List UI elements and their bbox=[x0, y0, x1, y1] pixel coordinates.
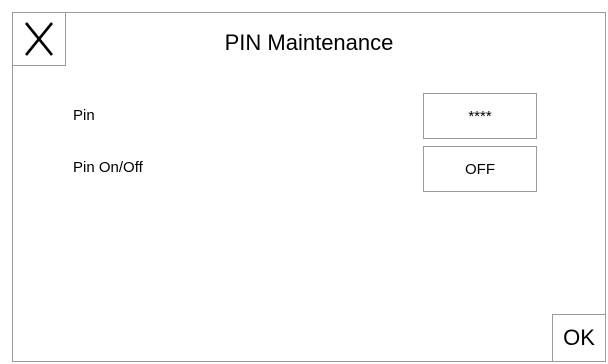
pin-label: Pin bbox=[73, 107, 95, 124]
page-title: PIN Maintenance bbox=[224, 30, 394, 55]
close-button[interactable] bbox=[12, 12, 66, 66]
close-x-icon bbox=[24, 22, 54, 56]
pin-on-off-label: Pin On/Off bbox=[73, 159, 143, 176]
ok-button[interactable]: OK bbox=[552, 314, 606, 362]
pin-value-button[interactable]: **** bbox=[423, 93, 537, 139]
pin-on-off-toggle[interactable]: OFF bbox=[423, 146, 537, 192]
